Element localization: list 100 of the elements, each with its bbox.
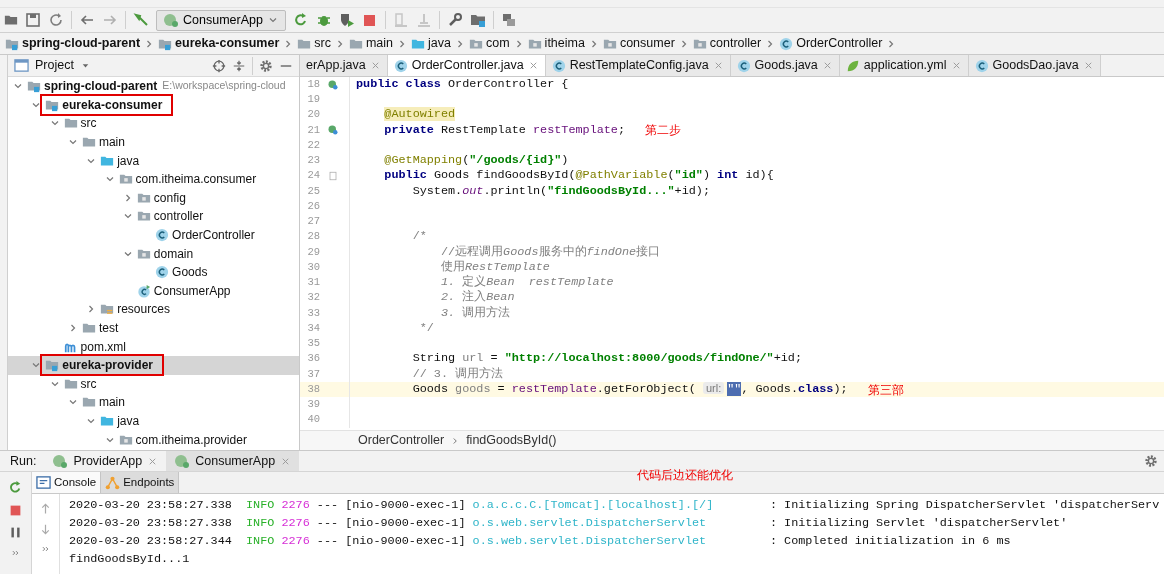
panel-title[interactable]: Project <box>35 56 74 75</box>
windows-icon[interactable] <box>500 12 517 28</box>
tree-row[interactable]: main <box>8 132 299 152</box>
settings-icon[interactable] <box>1144 454 1158 468</box>
tree-label: pom.xml <box>80 338 126 356</box>
tree-label: com.itheima.consumer <box>135 171 257 189</box>
tree-row[interactable]: Goods <box>8 262 299 282</box>
more-chevrons-icon[interactable] <box>40 544 51 554</box>
tree-row[interactable]: java <box>8 411 299 431</box>
log-pid: 2276 <box>281 497 310 515</box>
tree-row[interactable]: test <box>8 318 299 338</box>
folder-icon <box>81 321 96 335</box>
line-number: 22 <box>306 137 320 153</box>
shield-run-icon[interactable] <box>338 12 355 28</box>
class-icon <box>736 58 751 73</box>
editor-tab[interactable]: RestTemplateConfig.java <box>545 55 731 76</box>
settings-icon[interactable] <box>259 58 273 73</box>
tree-row[interactable]: src <box>8 114 299 133</box>
line-number: 32 <box>306 290 320 306</box>
log-level: INFO <box>246 497 275 515</box>
code-line: System.out.println("findGoodsById..."+id); <box>411 182 710 200</box>
breadcrumb-item[interactable]: eureka-consumer <box>155 34 283 53</box>
line-number: 18 <box>306 77 320 92</box>
tree-label: eureka-provider <box>62 357 153 375</box>
tree-row[interactable]: pom.xml <box>8 337 299 356</box>
log-message: : Initializing Spring DispatcherServlet 'dispatcherServ <box>769 497 1160 515</box>
tree-label: com.itheima.provider <box>135 431 247 449</box>
log-logger: o.s.web.servlet.DispatcherServlet <box>472 515 708 533</box>
breadcrumb-item[interactable]: com <box>466 34 513 53</box>
editor-tab[interactable]: application.yml <box>839 55 969 76</box>
code-line: //远程调用Goods服务中的findOne接口 <box>439 243 661 260</box>
stop-icon[interactable] <box>9 504 22 517</box>
code-line: */ <box>418 319 434 337</box>
log-thread: [nio-9000-exec-1] <box>345 497 466 515</box>
tree-row[interactable]: java <box>8 151 299 170</box>
editor-tab[interactable]: OrderController.java <box>387 55 546 76</box>
run-tab[interactable]: ConsumerApp <box>166 451 300 471</box>
breadcrumb-item[interactable]: findGoodsById() <box>466 431 557 450</box>
line-number: 24 <box>306 168 320 184</box>
line-number: 34 <box>306 320 320 336</box>
log-thread: [nio-9000-exec-1] <box>345 533 466 551</box>
code-line: public class OrderController { <box>356 77 569 93</box>
locate-icon[interactable] <box>212 58 226 73</box>
panel-tab[interactable]: Console <box>32 472 102 493</box>
panel-tab[interactable]: Endpoints <box>101 472 180 493</box>
spring-class-icon <box>136 283 151 298</box>
run-configuration-dropdown[interactable]: ConsumerApp <box>156 9 286 31</box>
more-chevrons-icon[interactable] <box>10 548 21 558</box>
rerun-icon[interactable] <box>8 480 23 495</box>
console-icon <box>36 475 51 490</box>
code-line: 使用RestTemplate <box>439 258 550 275</box>
breadcrumb-item[interactable]: itheima <box>524 34 588 53</box>
module-folder-icon <box>27 79 41 94</box>
breadcrumb-item[interactable]: controller <box>689 34 765 53</box>
tree-row[interactable]: config <box>8 188 299 208</box>
tree-row[interactable]: eureka-consumer <box>8 95 299 115</box>
line-number: 35 <box>306 336 320 351</box>
breadcrumb-item[interactable]: OrderController <box>358 431 445 450</box>
editor-tab[interactable]: Goods.java <box>730 55 840 76</box>
tree-path: E:\workspace\spring-cloud <box>162 78 286 94</box>
stop-icon[interactable] <box>361 12 378 28</box>
rerun-icon[interactable] <box>292 12 309 28</box>
breadcrumb-item[interactable]: consumer <box>599 34 678 53</box>
tree-row[interactable]: main <box>8 393 299 412</box>
tree-row[interactable]: domain <box>8 244 299 263</box>
pause-icon[interactable] <box>9 526 22 539</box>
tree-row[interactable]: eureka-provider <box>8 355 299 375</box>
log-separator: --- <box>316 533 339 551</box>
sync-icon[interactable] <box>48 12 64 28</box>
tree-row[interactable]: controller <box>8 207 299 226</box>
code-line: Goods goods = restTemplate.getForObject( url: "", Goods.class); <box>411 381 848 399</box>
code-line: 2. 注入Bean <box>439 289 515 306</box>
line-number: 29 <box>306 244 320 260</box>
class-icon <box>155 265 170 280</box>
folder-grid-icon[interactable] <box>469 12 486 28</box>
tree-row[interactable]: com.itheima.consumer <box>8 169 299 189</box>
breadcrumb-item[interactable]: OrderController <box>776 34 886 53</box>
up-arrow-icon[interactable] <box>39 502 52 515</box>
code-line: public Goods findGoodsById(@PathVariable("id") int id){ <box>383 167 774 185</box>
editor-tab[interactable]: erApp.java <box>300 55 388 76</box>
editor-tab[interactable]: GoodsDao.java <box>968 55 1101 76</box>
run-tab[interactable]: ProviderApp <box>44 451 167 471</box>
bean-gutter-icon <box>327 124 339 137</box>
tree-row[interactable]: com.itheima.provider <box>8 430 299 449</box>
line-number: 37 <box>306 366 320 382</box>
tree-row[interactable]: ConsumerApp <box>8 281 299 301</box>
tree-row[interactable]: spring-cloud-parent E:\workspace\spring-cloud <box>8 77 299 96</box>
save-icon[interactable] <box>25 12 41 28</box>
tree-row[interactable]: src <box>8 374 299 394</box>
class-icon <box>974 58 989 73</box>
tree-label: eureka-consumer <box>62 96 163 114</box>
line-number: 19 <box>306 92 320 107</box>
tree-row[interactable]: OrderController <box>8 225 299 245</box>
tree-row[interactable]: resources <box>8 300 299 319</box>
breadcrumb-item[interactable]: src <box>294 34 334 53</box>
breadcrumb-item[interactable]: java <box>408 34 454 53</box>
breadcrumb-item[interactable]: main <box>345 34 397 53</box>
breadcrumb-item[interactable]: spring-cloud-parent <box>2 34 144 53</box>
collapse-icon[interactable] <box>232 58 246 73</box>
down-arrow-icon[interactable] <box>39 523 52 536</box>
